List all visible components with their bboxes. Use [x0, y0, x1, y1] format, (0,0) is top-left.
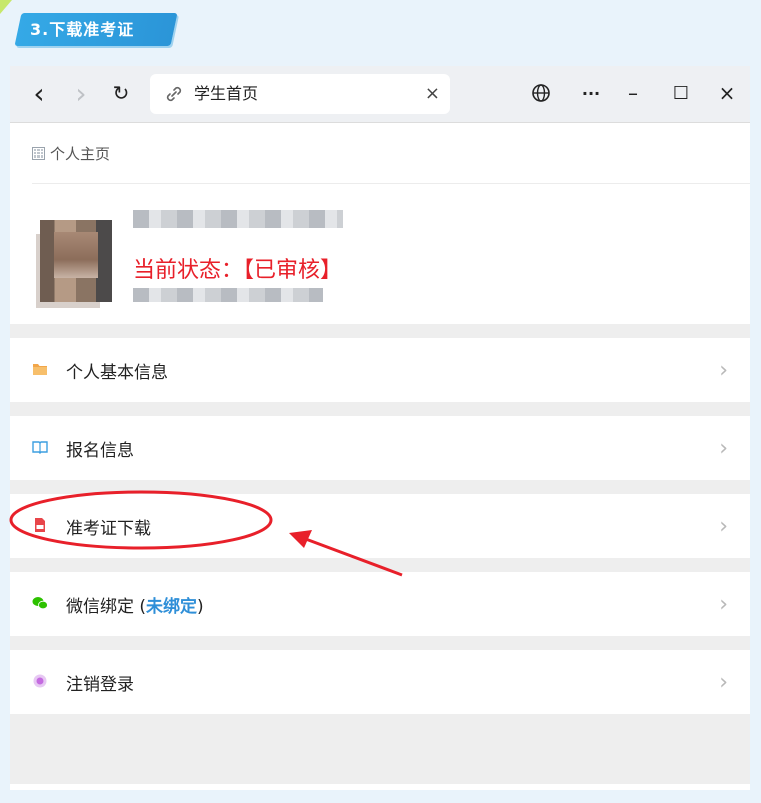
page-content: 个人主页 当前状态：【已审核】 个人基本信息 › 报名信息 › 准考证下载 › … [10, 123, 750, 784]
maximize-button[interactable]: ☐ [666, 78, 696, 108]
menu-label: 注销登录 [66, 674, 134, 695]
profile-card: 当前状态：【已审核】 [10, 184, 750, 324]
menu-item-registration-info[interactable]: 报名信息 › [10, 416, 750, 480]
forward-button[interactable]: › [66, 76, 96, 110]
back-button[interactable]: ‹ [24, 76, 54, 110]
chevron-right-icon: › [719, 669, 728, 695]
divider [10, 558, 750, 572]
browser-titlebar: ‹ › ↻ 学生首页 × ··· – ☐ × [10, 66, 750, 123]
globe-button[interactable] [526, 78, 556, 108]
folder-icon [33, 364, 47, 375]
chevron-right-icon: › [719, 435, 728, 461]
back-icon: ‹ [33, 76, 45, 110]
forward-icon: › [75, 76, 87, 110]
browser-window: ‹ › ↻ 学生首页 × ··· – ☐ × 个人主页 当前状态：【已审核】 个… [10, 66, 750, 790]
close-window-button[interactable]: × [712, 78, 742, 108]
avatar [40, 220, 112, 302]
home-grid-icon [32, 146, 45, 160]
binding-status: 未绑定 [146, 596, 198, 617]
menu-item-wechat-binding[interactable]: 微信绑定 (未绑定) › [10, 572, 750, 636]
minimize-icon: – [628, 81, 638, 105]
menu-label: 微信绑定 (未绑定) [66, 592, 204, 617]
chevron-right-icon: › [719, 513, 728, 539]
address-bar[interactable]: 学生首页 × [150, 74, 450, 114]
menu-label: 个人基本信息 [66, 362, 168, 383]
wechat-label-suffix: ) [197, 596, 204, 617]
chevron-right-icon: › [719, 357, 728, 383]
menu-label: 准考证下载 [66, 518, 151, 539]
divider [10, 402, 750, 416]
logout-icon [33, 674, 47, 688]
page-title-text: 学生首页 [194, 84, 259, 103]
blurred-name [133, 210, 343, 228]
menu-item-logout[interactable]: 注销登录 › [10, 650, 750, 714]
book-icon [32, 441, 48, 454]
menu-label: 报名信息 [66, 440, 134, 461]
more-icon: ··· [581, 83, 601, 103]
minimize-button[interactable]: – [618, 78, 648, 108]
link-icon [166, 86, 182, 102]
divider [10, 324, 750, 338]
pdf-icon [35, 518, 45, 532]
homepage-header: 个人主页 [32, 123, 750, 184]
menu-item-admission-ticket-download[interactable]: 准考证下载 › [10, 494, 750, 558]
review-status: 当前状态：【已审核】 [133, 258, 343, 283]
refresh-button[interactable]: ↻ [106, 78, 136, 108]
page-bottom [10, 714, 750, 784]
globe-icon [532, 84, 550, 102]
close-window-icon: × [718, 81, 736, 105]
menu-item-personal-info[interactable]: 个人基本信息 › [10, 338, 750, 402]
divider [10, 636, 750, 650]
chevron-right-icon: › [719, 591, 728, 617]
wechat-icon [32, 597, 48, 610]
wechat-label: 微信绑定 ( [66, 596, 147, 617]
more-button[interactable]: ··· [576, 78, 606, 108]
blurred-info [133, 288, 323, 302]
step-banner-label: 3.下载准考证 [30, 20, 135, 39]
corner-decoration [0, 0, 12, 14]
maximize-icon: ☐ [672, 82, 690, 104]
homepage-title: 个人主页 [50, 144, 111, 163]
close-tab-icon[interactable]: × [425, 74, 440, 114]
refresh-icon: ↻ [112, 81, 130, 105]
divider [10, 480, 750, 494]
